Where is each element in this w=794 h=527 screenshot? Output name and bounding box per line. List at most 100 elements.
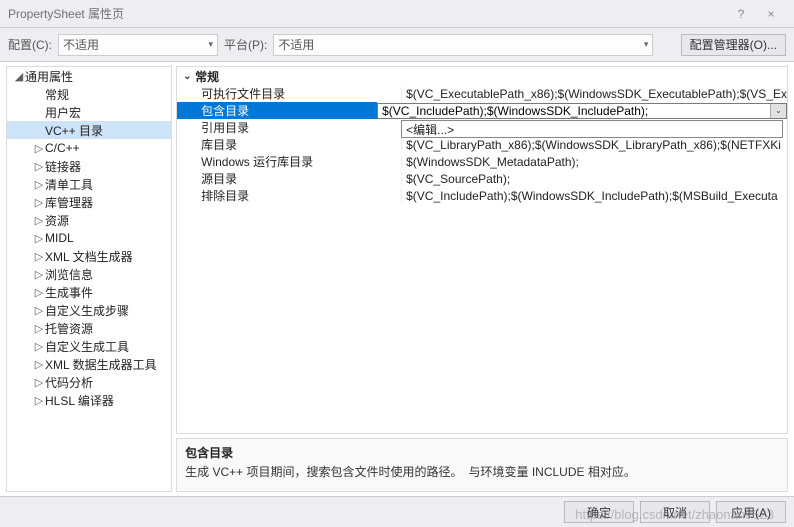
config-combo[interactable]: 不适用 ▾ bbox=[58, 34, 218, 56]
group-label: 常规 bbox=[195, 68, 219, 85]
nav-tree[interactable]: ◢ 通用属性 常规用户宏VC++ 目录▷C/C++▷链接器▷清单工具▷库管理器▷… bbox=[6, 66, 172, 492]
expand-icon[interactable]: ▷ bbox=[33, 196, 45, 209]
titlebar: PropertySheet 属性页 ? × bbox=[0, 0, 794, 28]
expand-icon[interactable]: ▷ bbox=[33, 340, 45, 353]
property-row[interactable]: 包含目录$(VC_IncludePath);$(WindowsSDK_Inclu… bbox=[177, 102, 787, 119]
tree-item-label: 自定义生成步骤 bbox=[45, 302, 129, 319]
platform-combo[interactable]: 不适用 ▾ bbox=[273, 34, 653, 56]
chevron-down-icon: ▾ bbox=[644, 39, 649, 50]
tree-item-label: HLSL 编译器 bbox=[45, 392, 114, 409]
tree-item-label: 自定义生成工具 bbox=[45, 338, 129, 355]
property-row[interactable]: 源目录$(VC_SourcePath); bbox=[177, 170, 787, 187]
tree-item-label: 用户宏 bbox=[45, 104, 81, 121]
chevron-down-icon[interactable]: ⌄ bbox=[770, 104, 786, 118]
expand-icon[interactable]: ▷ bbox=[33, 394, 45, 407]
tree-item[interactable]: ▷浏览信息 bbox=[7, 265, 171, 283]
tree-item[interactable]: ▷HLSL 编译器 bbox=[7, 391, 171, 409]
property-name: Windows 运行库目录 bbox=[201, 153, 401, 170]
property-value[interactable]: $(VC_ExecutablePath_x86);$(WindowsSDK_Ex… bbox=[401, 87, 787, 101]
tree-item-label: MIDL bbox=[45, 231, 74, 245]
expand-icon[interactable]: ▷ bbox=[33, 250, 45, 263]
expand-icon[interactable]: ▷ bbox=[33, 214, 45, 227]
tree-item-label: 生成事件 bbox=[45, 284, 93, 301]
platform-value: 不适用 bbox=[278, 36, 314, 53]
config-label: 配置(C): bbox=[8, 36, 52, 53]
tree-item[interactable]: ▷托管资源 bbox=[7, 319, 171, 337]
expand-icon[interactable]: ▷ bbox=[33, 268, 45, 281]
tree-item-label: 资源 bbox=[45, 212, 69, 229]
expand-icon[interactable]: ▷ bbox=[33, 160, 45, 173]
cancel-button[interactable]: 取消 bbox=[640, 501, 710, 523]
tree-item-label: XML 数据生成器工具 bbox=[45, 356, 157, 373]
expand-icon[interactable]: ▷ bbox=[33, 232, 45, 245]
tree-item-label: 链接器 bbox=[45, 158, 81, 175]
property-name: 排除目录 bbox=[201, 187, 401, 204]
property-value[interactable]: $(WindowsSDK_MetadataPath); bbox=[401, 155, 787, 169]
tree-item[interactable]: ▷链接器 bbox=[7, 157, 171, 175]
property-value[interactable]: $(VC_IncludePath);$(WindowsSDK_IncludePa… bbox=[377, 103, 787, 119]
property-row[interactable]: 库目录$(VC_LibraryPath_x86);$(WindowsSDK_Li… bbox=[177, 136, 787, 153]
property-grid[interactable]: ⌄ 常规 可执行文件目录$(VC_ExecutablePath_x86);$(W… bbox=[176, 66, 788, 434]
tree-root[interactable]: ◢ 通用属性 bbox=[7, 67, 171, 85]
expand-icon[interactable]: ▷ bbox=[33, 142, 45, 155]
property-name: 可执行文件目录 bbox=[201, 85, 401, 102]
tree-item[interactable]: ▷MIDL bbox=[7, 229, 171, 247]
property-name: 包含目录 bbox=[177, 102, 377, 119]
edit-dropdown-item[interactable]: <编辑...> bbox=[401, 120, 783, 138]
help-icon[interactable]: ? bbox=[726, 7, 756, 21]
tree-item[interactable]: ▷自定义生成工具 bbox=[7, 337, 171, 355]
collapse-icon[interactable]: ⌄ bbox=[183, 71, 195, 82]
property-row[interactable]: 排除目录$(VC_IncludePath);$(WindowsSDK_Inclu… bbox=[177, 187, 787, 204]
chevron-down-icon: ▾ bbox=[208, 39, 213, 50]
tree-item-label: 浏览信息 bbox=[45, 266, 93, 283]
footer: 确定 取消 应用(A) bbox=[0, 496, 794, 527]
window-title: PropertySheet 属性页 bbox=[8, 5, 726, 22]
tree-item[interactable]: ▷生成事件 bbox=[7, 283, 171, 301]
tree-item[interactable]: ▷C/C++ bbox=[7, 139, 171, 157]
config-value: 不适用 bbox=[63, 36, 99, 53]
tree-item-label: 常规 bbox=[45, 86, 69, 103]
tree-item-label: 清单工具 bbox=[45, 176, 93, 193]
property-value[interactable]: $(VC_IncludePath);$(WindowsSDK_IncludePa… bbox=[401, 189, 787, 203]
tree-item[interactable]: 用户宏 bbox=[7, 103, 171, 121]
tree-root-label: 通用属性 bbox=[25, 68, 73, 85]
tree-item[interactable]: 常规 bbox=[7, 85, 171, 103]
tree-item[interactable]: ▷库管理器 bbox=[7, 193, 171, 211]
group-header[interactable]: ⌄ 常规 bbox=[177, 67, 787, 85]
expand-icon[interactable]: ▷ bbox=[33, 286, 45, 299]
collapse-icon[interactable]: ◢ bbox=[13, 70, 25, 83]
description-text: 生成 VC++ 项目期间，搜索包含文件时使用的路径。 与环境变量 INCLUDE… bbox=[185, 463, 779, 480]
ok-button[interactable]: 确定 bbox=[564, 501, 634, 523]
tree-item[interactable]: ▷XML 文档生成器 bbox=[7, 247, 171, 265]
tree-item[interactable]: VC++ 目录 bbox=[7, 121, 171, 139]
tree-item-label: XML 文档生成器 bbox=[45, 248, 133, 265]
tree-item[interactable]: ▷XML 数据生成器工具 bbox=[7, 355, 171, 373]
property-row[interactable]: 可执行文件目录$(VC_ExecutablePath_x86);$(Window… bbox=[177, 85, 787, 102]
edit-dropdown-label: <编辑...> bbox=[406, 121, 454, 138]
property-row[interactable]: Windows 运行库目录$(WindowsSDK_MetadataPath); bbox=[177, 153, 787, 170]
property-name: 引用目录 bbox=[201, 119, 401, 136]
tree-item[interactable]: ▷自定义生成步骤 bbox=[7, 301, 171, 319]
platform-label: 平台(P): bbox=[224, 36, 267, 53]
property-value[interactable]: $(VC_LibraryPath_x86);$(WindowsSDK_Libra… bbox=[401, 138, 787, 152]
tree-item-label: 库管理器 bbox=[45, 194, 93, 211]
config-manager-button[interactable]: 配置管理器(O)... bbox=[681, 34, 786, 56]
tree-item-label: VC++ 目录 bbox=[45, 122, 103, 139]
close-icon[interactable]: × bbox=[756, 7, 786, 21]
expand-icon[interactable]: ▷ bbox=[33, 322, 45, 335]
tree-item-label: C/C++ bbox=[45, 141, 80, 155]
toolbar: 配置(C): 不适用 ▾ 平台(P): 不适用 ▾ 配置管理器(O)... bbox=[0, 28, 794, 62]
apply-button[interactable]: 应用(A) bbox=[716, 501, 786, 523]
expand-icon[interactable]: ▷ bbox=[33, 178, 45, 191]
description-panel: 包含目录 生成 VC++ 项目期间，搜索包含文件时使用的路径。 与环境变量 IN… bbox=[176, 438, 788, 492]
tree-item[interactable]: ▷代码分析 bbox=[7, 373, 171, 391]
tree-item[interactable]: ▷清单工具 bbox=[7, 175, 171, 193]
expand-icon[interactable]: ▷ bbox=[33, 304, 45, 317]
expand-icon[interactable]: ▷ bbox=[33, 358, 45, 371]
property-value[interactable]: $(VC_SourcePath); bbox=[401, 172, 787, 186]
content: ⌄ 常规 可执行文件目录$(VC_ExecutablePath_x86);$(W… bbox=[176, 66, 788, 492]
main: ◢ 通用属性 常规用户宏VC++ 目录▷C/C++▷链接器▷清单工具▷库管理器▷… bbox=[0, 62, 794, 496]
expand-icon[interactable]: ▷ bbox=[33, 376, 45, 389]
tree-item-label: 托管资源 bbox=[45, 320, 93, 337]
tree-item[interactable]: ▷资源 bbox=[7, 211, 171, 229]
